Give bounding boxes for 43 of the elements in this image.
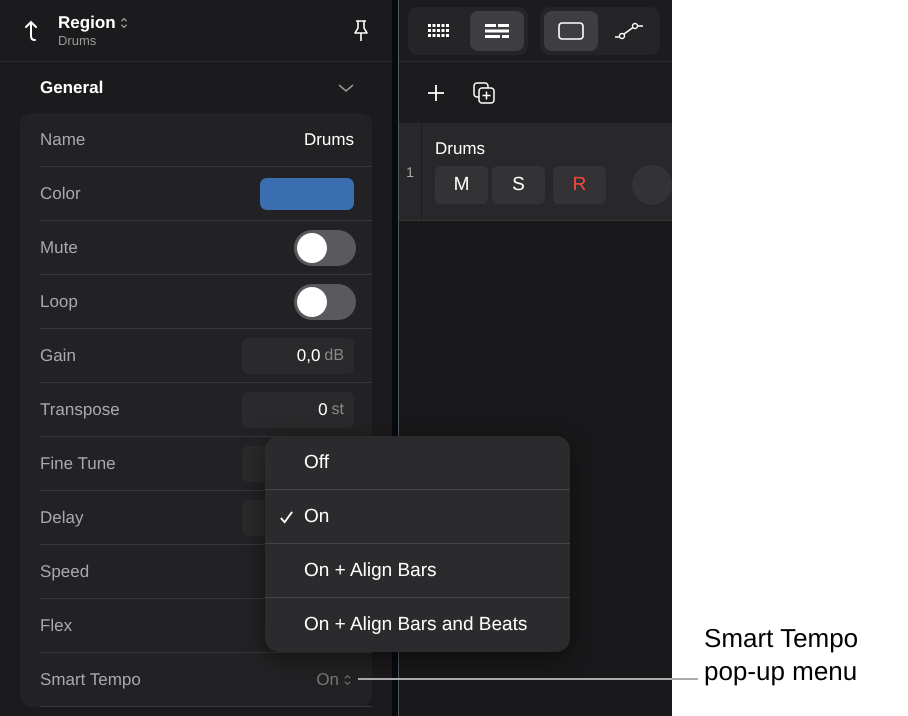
section-title[interactable]: General — [40, 78, 104, 98]
property-label: Delay — [40, 508, 84, 528]
property-label: Loop — [40, 292, 78, 312]
solo-button[interactable]: S — [492, 166, 545, 204]
chevron-updown-icon[interactable] — [118, 16, 129, 30]
inspector-subtitle: Drums — [58, 33, 98, 48]
toggle-switch[interactable] — [294, 284, 356, 320]
property-label: Mute — [40, 238, 78, 258]
duplicate-icon[interactable] — [473, 82, 495, 104]
number-field[interactable]: 0 st — [242, 392, 354, 428]
chevron-down-icon[interactable] — [338, 82, 354, 92]
region-view-button[interactable] — [544, 10, 598, 50]
property-label: Smart Tempo — [40, 670, 141, 690]
chevron-updown-icon — [343, 672, 352, 686]
property-label: Speed — [40, 562, 90, 582]
color-swatch[interactable] — [260, 178, 354, 210]
track-header[interactable]: 1 Drums M S R — [399, 123, 672, 221]
menu-item[interactable]: On — [265, 490, 570, 544]
toggle-switch[interactable] — [294, 230, 356, 266]
property-label: Name — [40, 130, 86, 150]
menu-item[interactable]: On + Align Bars — [265, 544, 570, 598]
callout-label: Smart Tempo pop-up menu — [704, 622, 860, 688]
track-number: 1 — [406, 164, 414, 180]
pin-icon[interactable] — [352, 18, 370, 42]
curve-icon — [614, 22, 644, 40]
list-icon — [485, 24, 509, 38]
property-label: Color — [40, 184, 81, 204]
menu-item[interactable]: On + Align Bars and Beats — [265, 598, 570, 652]
menu-item[interactable]: Off — [265, 436, 570, 490]
property-label: Gain — [40, 346, 76, 366]
property-label: Flex — [40, 616, 72, 636]
rectangle-icon — [558, 22, 584, 40]
number-field[interactable]: 0,0 dB — [242, 338, 354, 374]
property-label: Fine Tune — [40, 454, 116, 474]
track-name: Drums — [435, 139, 486, 159]
inspector-title[interactable]: Region — [58, 13, 116, 33]
property-value[interactable]: Drums — [304, 130, 354, 150]
grid-icon — [428, 24, 450, 38]
property-label: Transpose — [40, 400, 120, 420]
mute-button[interactable]: M — [435, 166, 488, 204]
record-button[interactable]: R — [553, 166, 606, 204]
list-view-button[interactable] — [470, 10, 524, 50]
add-icon[interactable] — [427, 84, 445, 102]
